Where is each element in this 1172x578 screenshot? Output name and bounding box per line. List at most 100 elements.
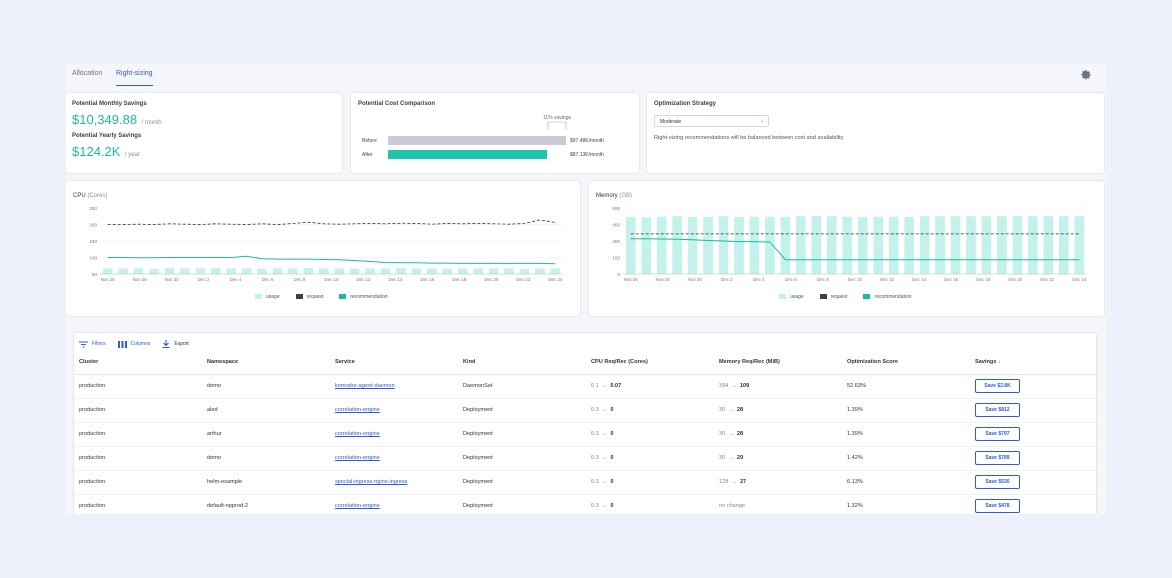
service-link[interactable]: special-ingress-nginx-ingress	[335, 479, 407, 485]
x-tick-label: Nov 30	[688, 277, 702, 282]
savings-header-label: Savings	[975, 359, 997, 366]
tab-allocation[interactable]: Allocation	[72, 70, 102, 86]
legend-label: recommendation	[874, 294, 912, 300]
legend-label: request	[830, 294, 848, 300]
tab-right-sizing[interactable]: Right-sizing	[116, 70, 153, 86]
save-button[interactable]: Save $478	[975, 499, 1020, 513]
legend-swatch	[339, 294, 347, 300]
usage-bar	[672, 216, 682, 274]
chevron-down-icon: ⌄	[759, 118, 764, 124]
col-header-score[interactable]: Optimization Score	[842, 351, 970, 375]
strategy-select[interactable]: Moderate ⌄	[654, 115, 769, 127]
arrow-right-icon: →	[601, 479, 608, 485]
save-button[interactable]: Save $2.8K	[975, 379, 1020, 393]
service-link[interactable]: correlation-engine	[335, 431, 380, 437]
usage-bar	[257, 268, 267, 274]
legend-item-request[interactable]: request	[295, 294, 324, 300]
usage-bar	[195, 268, 206, 274]
filter-icon	[79, 341, 88, 347]
usage-bar	[780, 216, 791, 274]
memory-request: 128	[719, 479, 729, 485]
x-tick-label: Dec 6	[785, 277, 797, 282]
columns-button[interactable]: Columns	[117, 340, 150, 348]
filters-label: Filters	[92, 341, 106, 347]
table-row[interactable]: production default-npprod-2 correlation-en…	[74, 494, 1098, 514]
usage-bar	[303, 268, 314, 274]
yearly-savings-value: $124.2K	[72, 144, 121, 159]
legend-label: request	[306, 294, 324, 300]
memory-request: 30	[719, 455, 726, 461]
table-row[interactable]: production demo komodor-agent-daemon Daemon…	[74, 374, 1098, 399]
usage-bar	[811, 216, 822, 274]
table-row[interactable]: production aled correlation-engine Deployme…	[74, 398, 1098, 423]
table-header-row: Cluster Namespace Service Kind CPU Req/R…	[74, 351, 1098, 375]
x-tick-label: Dec 14	[912, 277, 926, 282]
col-header-savings[interactable]: Savings ↓	[970, 351, 1098, 375]
memory-request: 30	[719, 431, 726, 437]
x-tick-label: Dec 24	[548, 277, 562, 282]
cpu-recommendation: 0.07	[610, 383, 622, 389]
usage-bar	[981, 216, 992, 274]
x-tick-label: Dec 12	[880, 277, 894, 282]
cpu-recommendation: 0	[610, 479, 614, 485]
strategy-title: Optimization Strategy	[654, 101, 717, 107]
cell-cluster: production	[74, 470, 202, 495]
legend-item-usage[interactable]: usage	[255, 294, 280, 300]
table-row[interactable]: production helm-example special-ingress-ng…	[74, 470, 1098, 495]
arrow-right-icon: →	[601, 503, 608, 509]
service-link[interactable]: correlation-engine	[335, 503, 380, 509]
before-value: $97.48K/month	[570, 138, 604, 144]
filters-button[interactable]: Filters	[79, 340, 106, 348]
legend-item-usage[interactable]: usage	[779, 294, 804, 300]
monthly-savings-value: $10,349.88	[72, 112, 138, 127]
save-button[interactable]: Save $797	[975, 427, 1020, 441]
col-header-memory[interactable]: Memory Req/Rec (MiB)	[714, 351, 842, 375]
col-header-kind[interactable]: Kind	[458, 351, 586, 375]
x-tick-label: Dec 18	[452, 277, 466, 282]
memory-request: 394	[719, 383, 729, 389]
x-tick-label: Dec 4	[753, 277, 765, 282]
memory-recommendation: 109	[739, 383, 750, 389]
cpu-title-unit: (Cores)	[87, 193, 108, 199]
cell-cluster: production	[74, 374, 202, 399]
x-tick-label: Dec 2	[721, 277, 733, 282]
legend-item-recommendation[interactable]: recommendation	[339, 294, 388, 300]
gear-icon[interactable]	[1080, 69, 1092, 81]
usage-bar	[210, 268, 221, 274]
y-tick-label: 50	[92, 272, 98, 277]
legend-item-recommendation[interactable]: recommendation	[863, 294, 912, 300]
cell-kind: Deployment	[458, 494, 586, 514]
legend-label: usage	[266, 294, 280, 300]
col-header-namespace[interactable]: Namespace	[202, 351, 330, 375]
usage-bar	[873, 216, 883, 274]
col-header-cluster[interactable]: Cluster	[74, 351, 202, 375]
x-tick-label: Nov 26	[624, 277, 638, 282]
legend-swatch	[819, 294, 827, 300]
usage-bar	[888, 216, 899, 274]
save-button[interactable]: Save $530	[975, 475, 1020, 489]
usage-bar	[380, 268, 391, 274]
usage-bar	[164, 268, 175, 274]
service-link[interactable]: correlation-engine	[335, 455, 380, 461]
col-header-service[interactable]: Service	[330, 351, 458, 375]
x-tick-label: Dec 6	[262, 277, 274, 282]
export-button[interactable]: Export	[162, 340, 189, 348]
service-link[interactable]: correlation-engine	[335, 407, 380, 413]
table-row[interactable]: production arthur correlation-engine Deploy…	[74, 422, 1098, 447]
service-link[interactable]: komodor-agent-daemon	[335, 383, 395, 389]
legend-item-request[interactable]: request	[819, 294, 848, 300]
usage-bar	[687, 216, 698, 274]
arrow-right-icon: →	[731, 479, 737, 485]
y-tick-label: 150	[612, 255, 620, 260]
monthly-savings-unit: / month	[141, 120, 162, 126]
legend-swatch	[863, 294, 871, 300]
cpu-chart-card: CPU (Cores) 50 100 150 200 250 Nov 26 Nov 28 No…	[66, 181, 580, 316]
usage-bar	[857, 216, 868, 274]
cost-comparison-card: Potential Cost Comparison 11% savings Be…	[351, 93, 639, 173]
x-tick-label: Dec 4	[230, 277, 242, 282]
table-row[interactable]: production demo correlation-engine Deployme…	[74, 446, 1098, 471]
save-button[interactable]: Save $812	[975, 403, 1020, 417]
save-button[interactable]: Save $789	[975, 451, 1020, 465]
col-header-cpu[interactable]: CPU Req/Rec (Cores)	[586, 351, 714, 375]
usage-bar	[997, 216, 1007, 274]
